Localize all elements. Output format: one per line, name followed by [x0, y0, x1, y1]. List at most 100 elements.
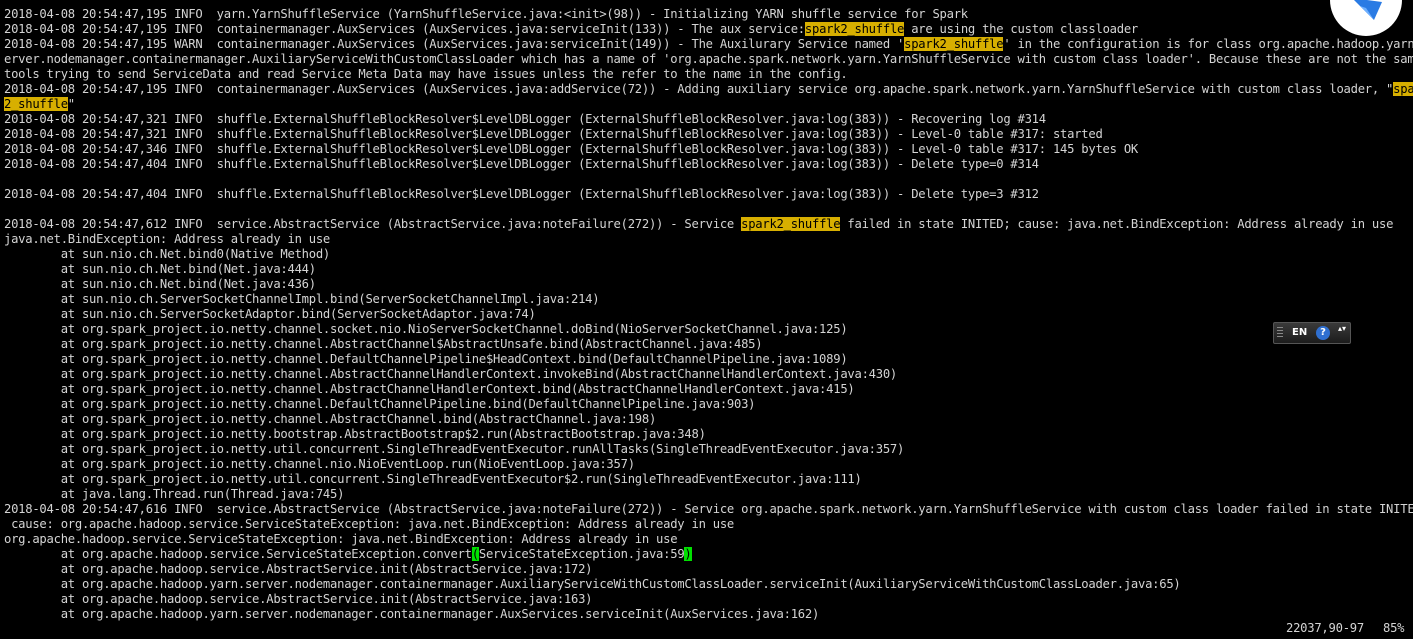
log-text: " [67, 97, 75, 111]
log-text: at org.apache.hadoop.service.AbstractSer… [4, 562, 593, 576]
log-text: 2018-04-08 20:54:47,346 INFO shuffle.Ext… [4, 142, 1138, 156]
log-text: at sun.nio.ch.Net.bind0(Native Method) [4, 247, 331, 261]
terminal-line: 2018-04-08 20:54:47,404 INFO shuffle.Ext… [4, 187, 1413, 202]
search-match-highlight: 2_shuffle [4, 97, 68, 111]
terminal-line: org.apache.hadoop.service.ServiceStateEx… [4, 532, 1413, 547]
log-text: org.apache.hadoop.service.ServiceStateEx… [4, 532, 678, 546]
log-text: at org.spark_project.io.netty.channel.so… [4, 322, 848, 336]
terminal-line: 2018-04-08 20:54:47,346 INFO shuffle.Ext… [4, 142, 1413, 157]
log-text: at org.apache.hadoop.yarn.server.nodeman… [4, 607, 820, 621]
log-text: 2018-04-08 20:54:47,195 INFO containerma… [4, 82, 1394, 96]
log-text: at org.spark_project.io.netty.channel.ni… [4, 457, 635, 471]
bracket-match-cursor: ) [684, 547, 692, 561]
terminal-line: at org.apache.hadoop.service.ServiceStat… [4, 547, 1413, 562]
log-text: failed in state INITED; cause: java.net.… [840, 217, 1394, 231]
terminal-line: at org.spark_project.io.netty.channel.De… [4, 352, 1413, 367]
cursor-position: 22037,90-97 [1286, 621, 1364, 635]
log-text: at org.spark_project.io.netty.channel.Ab… [4, 382, 855, 396]
terminal-line: cause: org.apache.hadoop.service.Service… [4, 517, 1413, 532]
log-text: at org.spark_project.io.netty.channel.De… [4, 397, 756, 411]
terminal-line: at java.lang.Thread.run(Thread.java:745) [4, 487, 1413, 502]
terminal-line: at org.spark_project.io.netty.channel.so… [4, 322, 1413, 337]
log-text: at sun.nio.ch.Net.bind(Net.java:444) [4, 262, 316, 276]
log-text: ' in the configuration is for class org.… [1003, 37, 1413, 51]
terminal-line: 2018-04-08 20:54:47,612 INFO service.Abs… [4, 217, 1413, 232]
log-text: ServiceStateException.java:59 [478, 547, 685, 561]
log-text: 2018-04-08 20:54:47,321 INFO shuffle.Ext… [4, 112, 1046, 126]
terminal-line: at org.spark_project.io.netty.channel.Ab… [4, 367, 1413, 382]
terminal-output[interactable]: 2018-04-08 20:54:47,195 INFO yarn.YarnSh… [4, 7, 1413, 622]
terminal-line: 2018-04-08 20:54:47,321 INFO shuffle.Ext… [4, 112, 1413, 127]
terminal-line: at org.spark_project.io.netty.channel.Ab… [4, 337, 1413, 352]
app-logo-icon[interactable] [1330, 0, 1402, 36]
terminal-line: at sun.nio.ch.Net.bind0(Native Method) [4, 247, 1413, 262]
terminal-line: at org.apache.hadoop.service.AbstractSer… [4, 562, 1413, 577]
terminal-line: 2018-04-08 20:54:47,321 INFO shuffle.Ext… [4, 127, 1413, 142]
log-text: 2018-04-08 20:54:47,612 INFO service.Abs… [4, 217, 742, 231]
terminal-line: at org.spark_project.io.netty.bootstrap.… [4, 427, 1413, 442]
log-text: cause: org.apache.hadoop.service.Service… [4, 517, 735, 531]
terminal-line: at org.apache.hadoop.yarn.server.nodeman… [4, 577, 1413, 592]
drag-handle-icon[interactable] [1277, 327, 1283, 339]
terminal-line: 2018-04-08 20:54:47,195 INFO yarn.YarnSh… [4, 7, 1413, 22]
log-text: 2018-04-08 20:54:47,616 INFO service.Abs… [4, 502, 1413, 516]
terminal-line: at sun.nio.ch.ServerSocketAdaptor.bind(S… [4, 307, 1413, 322]
log-text: 2018-04-08 20:54:47,321 INFO shuffle.Ext… [4, 127, 1103, 141]
log-text: at sun.nio.ch.ServerSocketAdaptor.bind(S… [4, 307, 536, 321]
status-bar: 22037,90-97 85% [0, 620, 1413, 637]
search-match-highlight: spark2_shuffle [741, 217, 841, 231]
log-text: 2018-04-08 20:54:47,404 INFO shuffle.Ext… [4, 187, 1039, 201]
search-match-highlight: spark [1393, 82, 1413, 96]
log-text: at org.spark_project.io.netty.channel.Ab… [4, 337, 763, 351]
terminal-line: at sun.nio.ch.ServerSocketChannelImpl.bi… [4, 292, 1413, 307]
bracket-match-cursor: ( [471, 547, 479, 561]
terminal-line: java.net.BindException: Address already … [4, 232, 1413, 247]
ime-language-bar[interactable]: EN ? ▴▾ [1273, 322, 1351, 344]
log-text: at org.spark_project.io.netty.util.concu… [4, 472, 862, 486]
search-match-highlight: spark2_shuffle [804, 22, 905, 36]
log-text: at org.apache.hadoop.service.ServiceStat… [4, 547, 472, 561]
log-text: at org.spark_project.io.netty.channel.De… [4, 352, 848, 366]
terminal-line: erver.nodemanager.containermanager.Auxil… [4, 52, 1413, 67]
terminal-line: tools trying to send ServiceData and rea… [4, 67, 1413, 82]
log-text: tools trying to send ServiceData and rea… [4, 67, 848, 81]
log-text: at sun.nio.ch.ServerSocketChannelImpl.bi… [4, 292, 600, 306]
terminal-line: 2_shuffle" [4, 97, 1413, 112]
options-menu-icon[interactable]: ▴▾ [1338, 325, 1346, 333]
help-icon[interactable]: ? [1316, 326, 1330, 340]
log-text: at sun.nio.ch.Net.bind(Net.java:436) [4, 277, 316, 291]
log-text: at org.spark_project.io.netty.util.concu… [4, 442, 905, 456]
terminal-line: at sun.nio.ch.Net.bind(Net.java:444) [4, 262, 1413, 277]
log-text: at java.lang.Thread.run(Thread.java:745) [4, 487, 345, 501]
terminal-line: 2018-04-08 20:54:47,195 WARN containerma… [4, 37, 1413, 52]
terminal-line: 2018-04-08 20:54:47,404 INFO shuffle.Ext… [4, 157, 1413, 172]
log-text: are using the custom classloader [904, 22, 1139, 36]
terminal-line: 2018-04-08 20:54:47,195 INFO containerma… [4, 22, 1413, 37]
terminal-line: at org.spark_project.io.netty.channel.De… [4, 397, 1413, 412]
terminal-line: at org.spark_project.io.netty.channel.Ab… [4, 382, 1413, 397]
log-text: at org.apache.hadoop.yarn.server.nodeman… [4, 577, 1181, 591]
terminal-line: at org.spark_project.io.netty.util.concu… [4, 442, 1413, 457]
terminal-line: 2018-04-08 20:54:47,195 INFO containerma… [4, 82, 1413, 97]
ime-language-indicator[interactable]: EN [1292, 327, 1307, 338]
log-text: at org.apache.hadoop.service.AbstractSer… [4, 592, 593, 606]
terminal-line: at sun.nio.ch.Net.bind(Net.java:436) [4, 277, 1413, 292]
log-text: 2018-04-08 20:54:47,195 WARN containerma… [4, 37, 905, 51]
log-text: at org.spark_project.io.netty.bootstrap.… [4, 427, 706, 441]
terminal-line: 2018-04-08 20:54:47,616 INFO service.Abs… [4, 502, 1413, 517]
scroll-percent: 85% [1383, 621, 1405, 635]
terminal-line: at org.spark_project.io.netty.channel.ni… [4, 457, 1413, 472]
log-text: 2018-04-08 20:54:47,404 INFO shuffle.Ext… [4, 157, 1039, 171]
terminal-line: at org.apache.hadoop.service.AbstractSer… [4, 592, 1413, 607]
log-text: 2018-04-08 20:54:47,195 INFO yarn.YarnSh… [4, 7, 968, 21]
search-match-highlight: spark2_shuffle [904, 37, 1004, 51]
log-text: java.net.BindException: Address already … [4, 232, 331, 246]
log-text: erver.nodemanager.containermanager.Auxil… [4, 52, 1413, 66]
log-text: at org.spark_project.io.netty.channel.Ab… [4, 412, 657, 426]
log-text: at org.spark_project.io.netty.channel.Ab… [4, 367, 898, 381]
terminal-line: at org.spark_project.io.netty.util.concu… [4, 472, 1413, 487]
terminal-line: at org.spark_project.io.netty.channel.Ab… [4, 412, 1413, 427]
log-text: 2018-04-08 20:54:47,195 INFO containerma… [4, 22, 805, 36]
